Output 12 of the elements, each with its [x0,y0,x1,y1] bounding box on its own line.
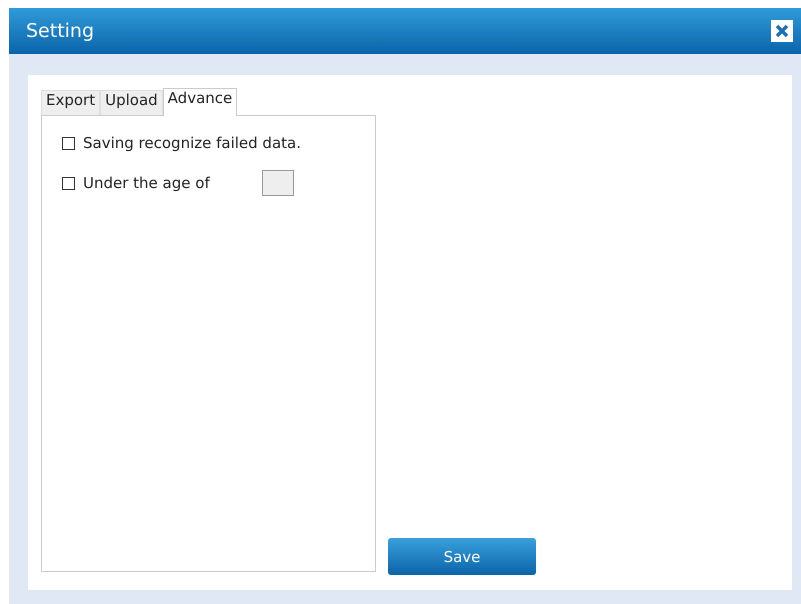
checkbox[interactable] [62,176,75,190]
tab[interactable]: Export [41,90,100,115]
tab[interactable]: Advance [162,88,238,116]
checkbox[interactable] [62,136,75,150]
tab[interactable]: Upload [100,90,163,115]
input-field[interactable] [262,170,294,196]
save-button[interactable]: Save [388,538,536,575]
checkbox-label: Under the age of [83,174,210,192]
window-title: Setting [26,20,94,42]
checkbox-label: Saving recognize failed data. [83,134,301,152]
close-button[interactable] [771,20,793,42]
close-icon [775,24,789,38]
